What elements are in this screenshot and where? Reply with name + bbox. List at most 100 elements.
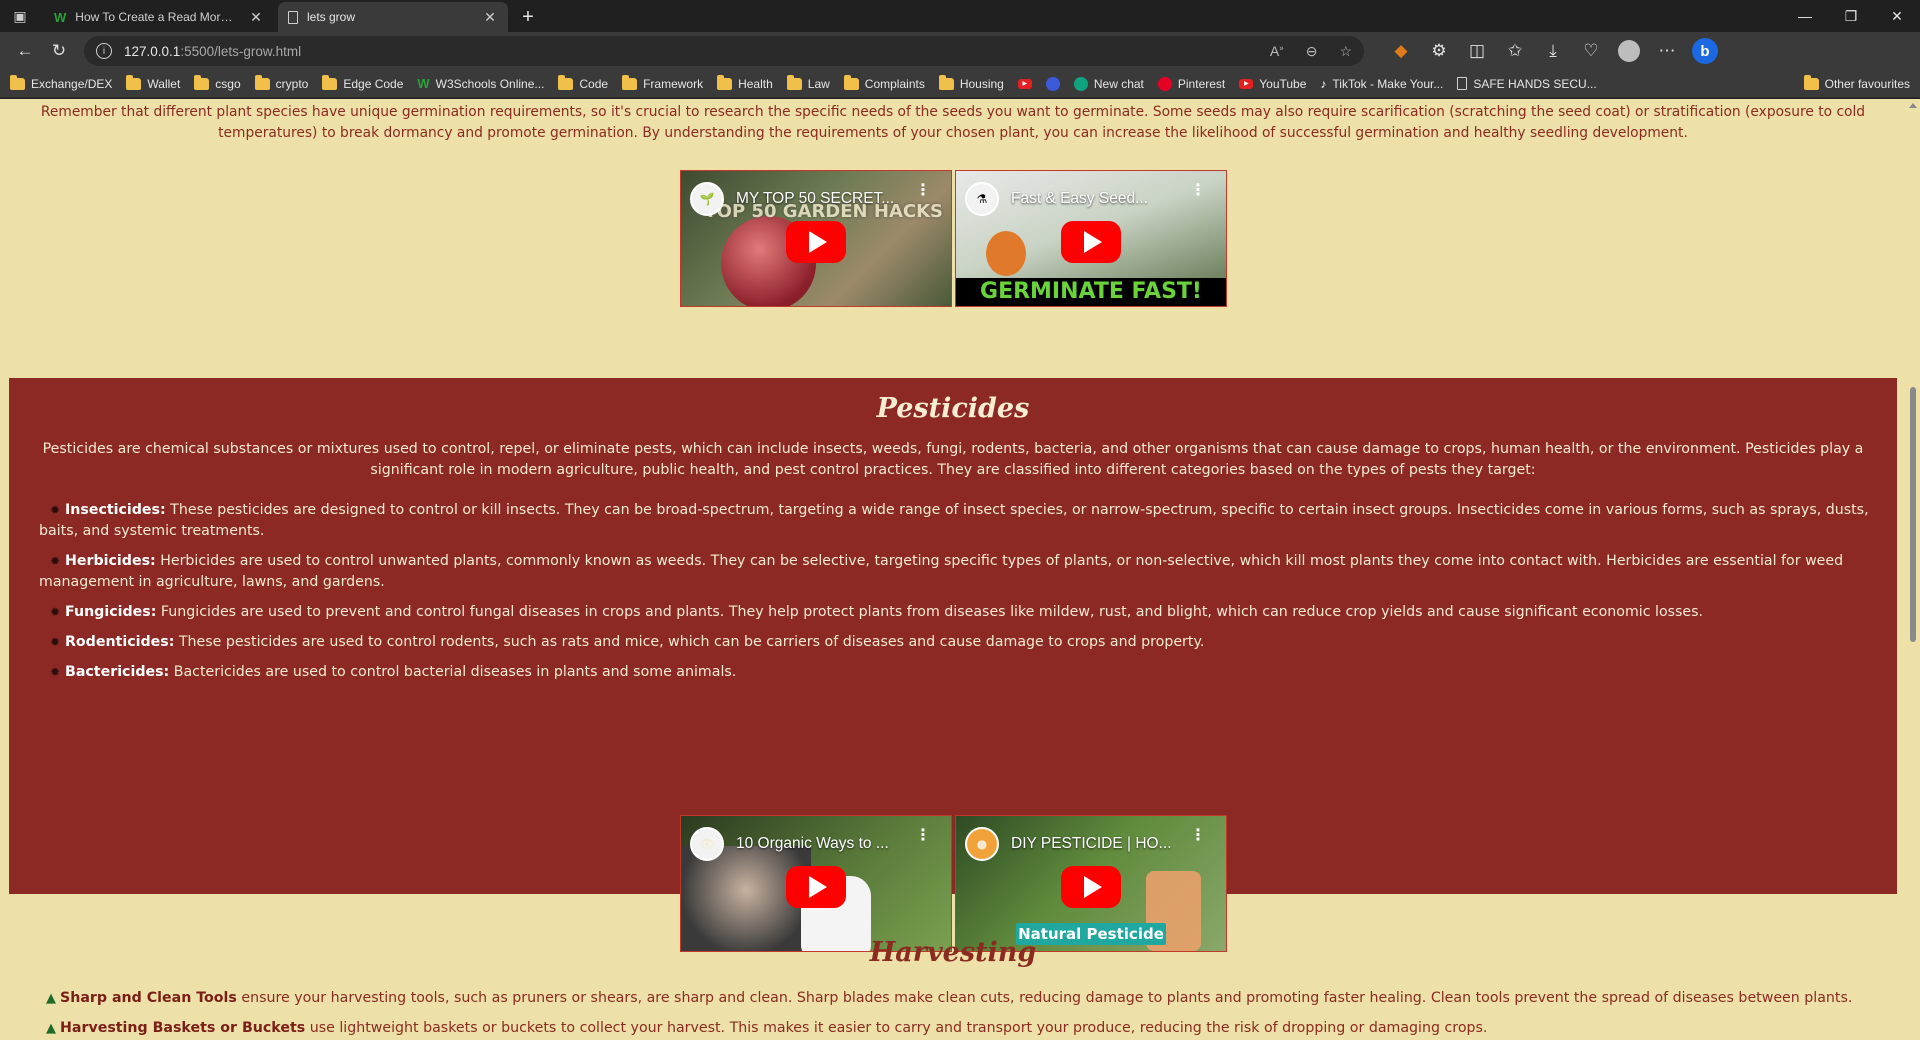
pinterest-icon bbox=[1157, 76, 1172, 91]
metamask-extension-icon[interactable]: ◆ bbox=[1384, 36, 1418, 66]
channel-avatar[interactable]: 🌱 bbox=[690, 182, 724, 216]
item-term: Rodenticides: bbox=[65, 634, 175, 650]
bookmark-item[interactable]: SAFE HANDS SECU... bbox=[1457, 76, 1597, 91]
bookmark-item[interactable]: W W3Schools Online... bbox=[417, 76, 544, 91]
bookmark-item[interactable]: Law bbox=[786, 74, 830, 91]
video-title[interactable]: MY TOP 50 SECRET... bbox=[736, 190, 894, 208]
youtube-icon: ▶ bbox=[1017, 78, 1032, 89]
new-tab-button[interactable]: + bbox=[512, 2, 544, 32]
thumbnail-overlay-text: GERMINATE FAST! bbox=[956, 278, 1226, 306]
vertical-scrollbar[interactable] bbox=[1906, 99, 1920, 1040]
bookmark-item[interactable]: Health bbox=[717, 74, 773, 91]
bookmark-item[interactable]: Edge Code bbox=[322, 74, 403, 91]
favorite-star-icon[interactable]: ☆ bbox=[1339, 43, 1352, 60]
section-title: Pesticides bbox=[876, 393, 1030, 424]
bookmark-item[interactable]: crypto bbox=[254, 74, 309, 91]
play-button[interactable] bbox=[1061, 220, 1121, 263]
video-embed[interactable]: ⚗ Fast & Easy Seed... ⋮ GERMINATE FAST! bbox=[955, 170, 1227, 307]
channel-avatar[interactable]: 👁 bbox=[690, 827, 724, 861]
address-bar[interactable]: i 127.0.0.1:5500/lets-grow.html A» ⊖ ☆ bbox=[84, 36, 1364, 66]
list-item: ✹ Bactericides: Bactericides are used to … bbox=[39, 662, 1869, 683]
video-embed[interactable]: ● DIY PESTICIDE | HO... ⋮ Natural Pestic… bbox=[955, 815, 1227, 952]
tab-read-more[interactable]: W How To Create a Read More Rea ✕ bbox=[44, 2, 274, 32]
close-window-icon[interactable]: ✕ bbox=[1874, 0, 1920, 32]
tab-actions-button[interactable]: ▣ bbox=[0, 0, 40, 32]
pesticides-section: Pesticides Pesticides are chemical subst… bbox=[9, 378, 1897, 952]
split-screen-icon[interactable]: ◫ bbox=[1460, 36, 1494, 66]
scroll-up-icon[interactable] bbox=[1909, 103, 1917, 108]
item-text: Fungicides are used to prevent and contr… bbox=[156, 604, 1704, 620]
video-title[interactable]: DIY PESTICIDE | HO... bbox=[1011, 835, 1172, 853]
item-term: Sharp and Clean Tools bbox=[60, 990, 237, 1006]
pesticide-list: ✹ Insecticides: These pesticides are desi… bbox=[39, 500, 1869, 692]
item-text: These pesticides are designed to control… bbox=[39, 502, 1869, 539]
close-tab-icon[interactable]: ✕ bbox=[482, 9, 498, 26]
bookmark-label: Code bbox=[579, 76, 609, 91]
copilot-button[interactable]: b bbox=[1688, 36, 1722, 66]
bookmark-label: Other favourites bbox=[1824, 76, 1910, 91]
bookmark-item[interactable]: Framework bbox=[622, 74, 703, 91]
chatgpt-icon bbox=[1073, 76, 1088, 91]
video-menu-icon[interactable]: ⋮ bbox=[915, 182, 931, 198]
channel-avatar[interactable]: ● bbox=[965, 827, 999, 861]
bookmark-item[interactable]: Housing bbox=[938, 74, 1004, 91]
back-button[interactable]: ← bbox=[8, 36, 42, 66]
video-menu-icon[interactable]: ⋮ bbox=[1190, 182, 1206, 198]
video-embed[interactable]: 👁 10 Organic Ways to ... ⋮ bbox=[680, 815, 952, 952]
item-term: Harvesting Baskets or Buckets bbox=[60, 1020, 306, 1036]
video-title[interactable]: 10 Organic Ways to ... bbox=[736, 835, 889, 853]
play-button[interactable] bbox=[786, 220, 846, 263]
bug-icon: ✹ bbox=[49, 635, 61, 649]
item-term: Insecticides: bbox=[65, 502, 166, 518]
extensions-icon[interactable]: ⚙ bbox=[1422, 36, 1456, 66]
tiktok-icon: ♪ bbox=[1320, 76, 1327, 91]
item-term: Bactericides: bbox=[65, 664, 170, 680]
other-favourites[interactable]: Other favourites bbox=[1803, 74, 1910, 91]
avatar bbox=[1618, 40, 1640, 62]
play-button[interactable] bbox=[786, 865, 846, 908]
item-text: use lightweight baskets or buckets to co… bbox=[305, 1020, 1488, 1036]
refresh-button[interactable]: ↻ bbox=[42, 36, 76, 66]
scrollbar-thumb[interactable] bbox=[1910, 387, 1916, 642]
play-button[interactable] bbox=[1061, 865, 1121, 908]
toolbar-right: ◆ ⚙ ◫ ✩ ⤓ ♡ ⋯ b bbox=[1384, 36, 1722, 66]
bookmark-item[interactable]: Complaints bbox=[843, 74, 925, 91]
bookmark-item[interactable]: csgo bbox=[194, 74, 241, 91]
video-title[interactable]: Fast & Easy Seed... bbox=[1011, 190, 1148, 208]
tab-lets-grow[interactable]: lets grow ✕ bbox=[278, 2, 508, 32]
bookmark-label: csgo bbox=[215, 76, 241, 91]
video-embed[interactable]: TOP 50 GARDEN HACKS 🌱 MY TOP 50 SECRET..… bbox=[680, 170, 952, 307]
channel-avatar[interactable]: ⚗ bbox=[965, 182, 999, 216]
site-info-icon[interactable]: i bbox=[96, 43, 112, 59]
item-text: Herbicides are used to control unwanted … bbox=[39, 553, 1844, 590]
zoom-icon[interactable]: ⊖ bbox=[1306, 43, 1318, 60]
bookmark-item[interactable]: ♪ TikTok - Make Your... bbox=[1320, 77, 1443, 91]
favorites-icon[interactable]: ✩ bbox=[1498, 36, 1532, 66]
page-icon bbox=[288, 10, 298, 24]
close-tab-icon[interactable]: ✕ bbox=[248, 9, 264, 26]
tab-title: lets grow bbox=[307, 10, 356, 24]
bookmark-label: Complaints bbox=[864, 76, 925, 91]
browser-essentials-icon[interactable]: ♡ bbox=[1574, 36, 1608, 66]
profile-button[interactable] bbox=[1612, 36, 1646, 66]
settings-more-icon[interactable]: ⋯ bbox=[1650, 36, 1684, 66]
video-menu-icon[interactable]: ⋮ bbox=[1190, 827, 1206, 843]
bookmark-item[interactable]: Exchange/DEX bbox=[10, 74, 112, 91]
bookmark-item[interactable]: Code bbox=[558, 74, 609, 91]
minimize-icon[interactable]: — bbox=[1782, 0, 1828, 32]
bookmark-item[interactable] bbox=[1045, 76, 1060, 91]
bookmark-label: crypto bbox=[275, 76, 309, 91]
restore-icon[interactable]: ❐ bbox=[1828, 0, 1874, 32]
bookmark-item[interactable]: ▶ YouTube bbox=[1239, 77, 1306, 91]
url-path: :5500/lets-grow.html bbox=[180, 43, 302, 59]
downloads-icon[interactable]: ⤓ bbox=[1536, 36, 1570, 66]
bookmark-item[interactable]: ▶ bbox=[1017, 78, 1032, 89]
video-menu-icon[interactable]: ⋮ bbox=[915, 827, 931, 843]
bookmark-item[interactable]: New chat bbox=[1073, 76, 1144, 91]
bookmark-item[interactable]: Wallet bbox=[126, 74, 180, 91]
bookmark-item[interactable]: Pinterest bbox=[1157, 76, 1225, 91]
read-aloud-icon[interactable]: A» bbox=[1270, 43, 1284, 60]
bookmark-label: SAFE HANDS SECU... bbox=[1473, 76, 1597, 91]
bug-icon: ✹ bbox=[49, 605, 61, 619]
w3schools-icon: W bbox=[417, 76, 430, 91]
